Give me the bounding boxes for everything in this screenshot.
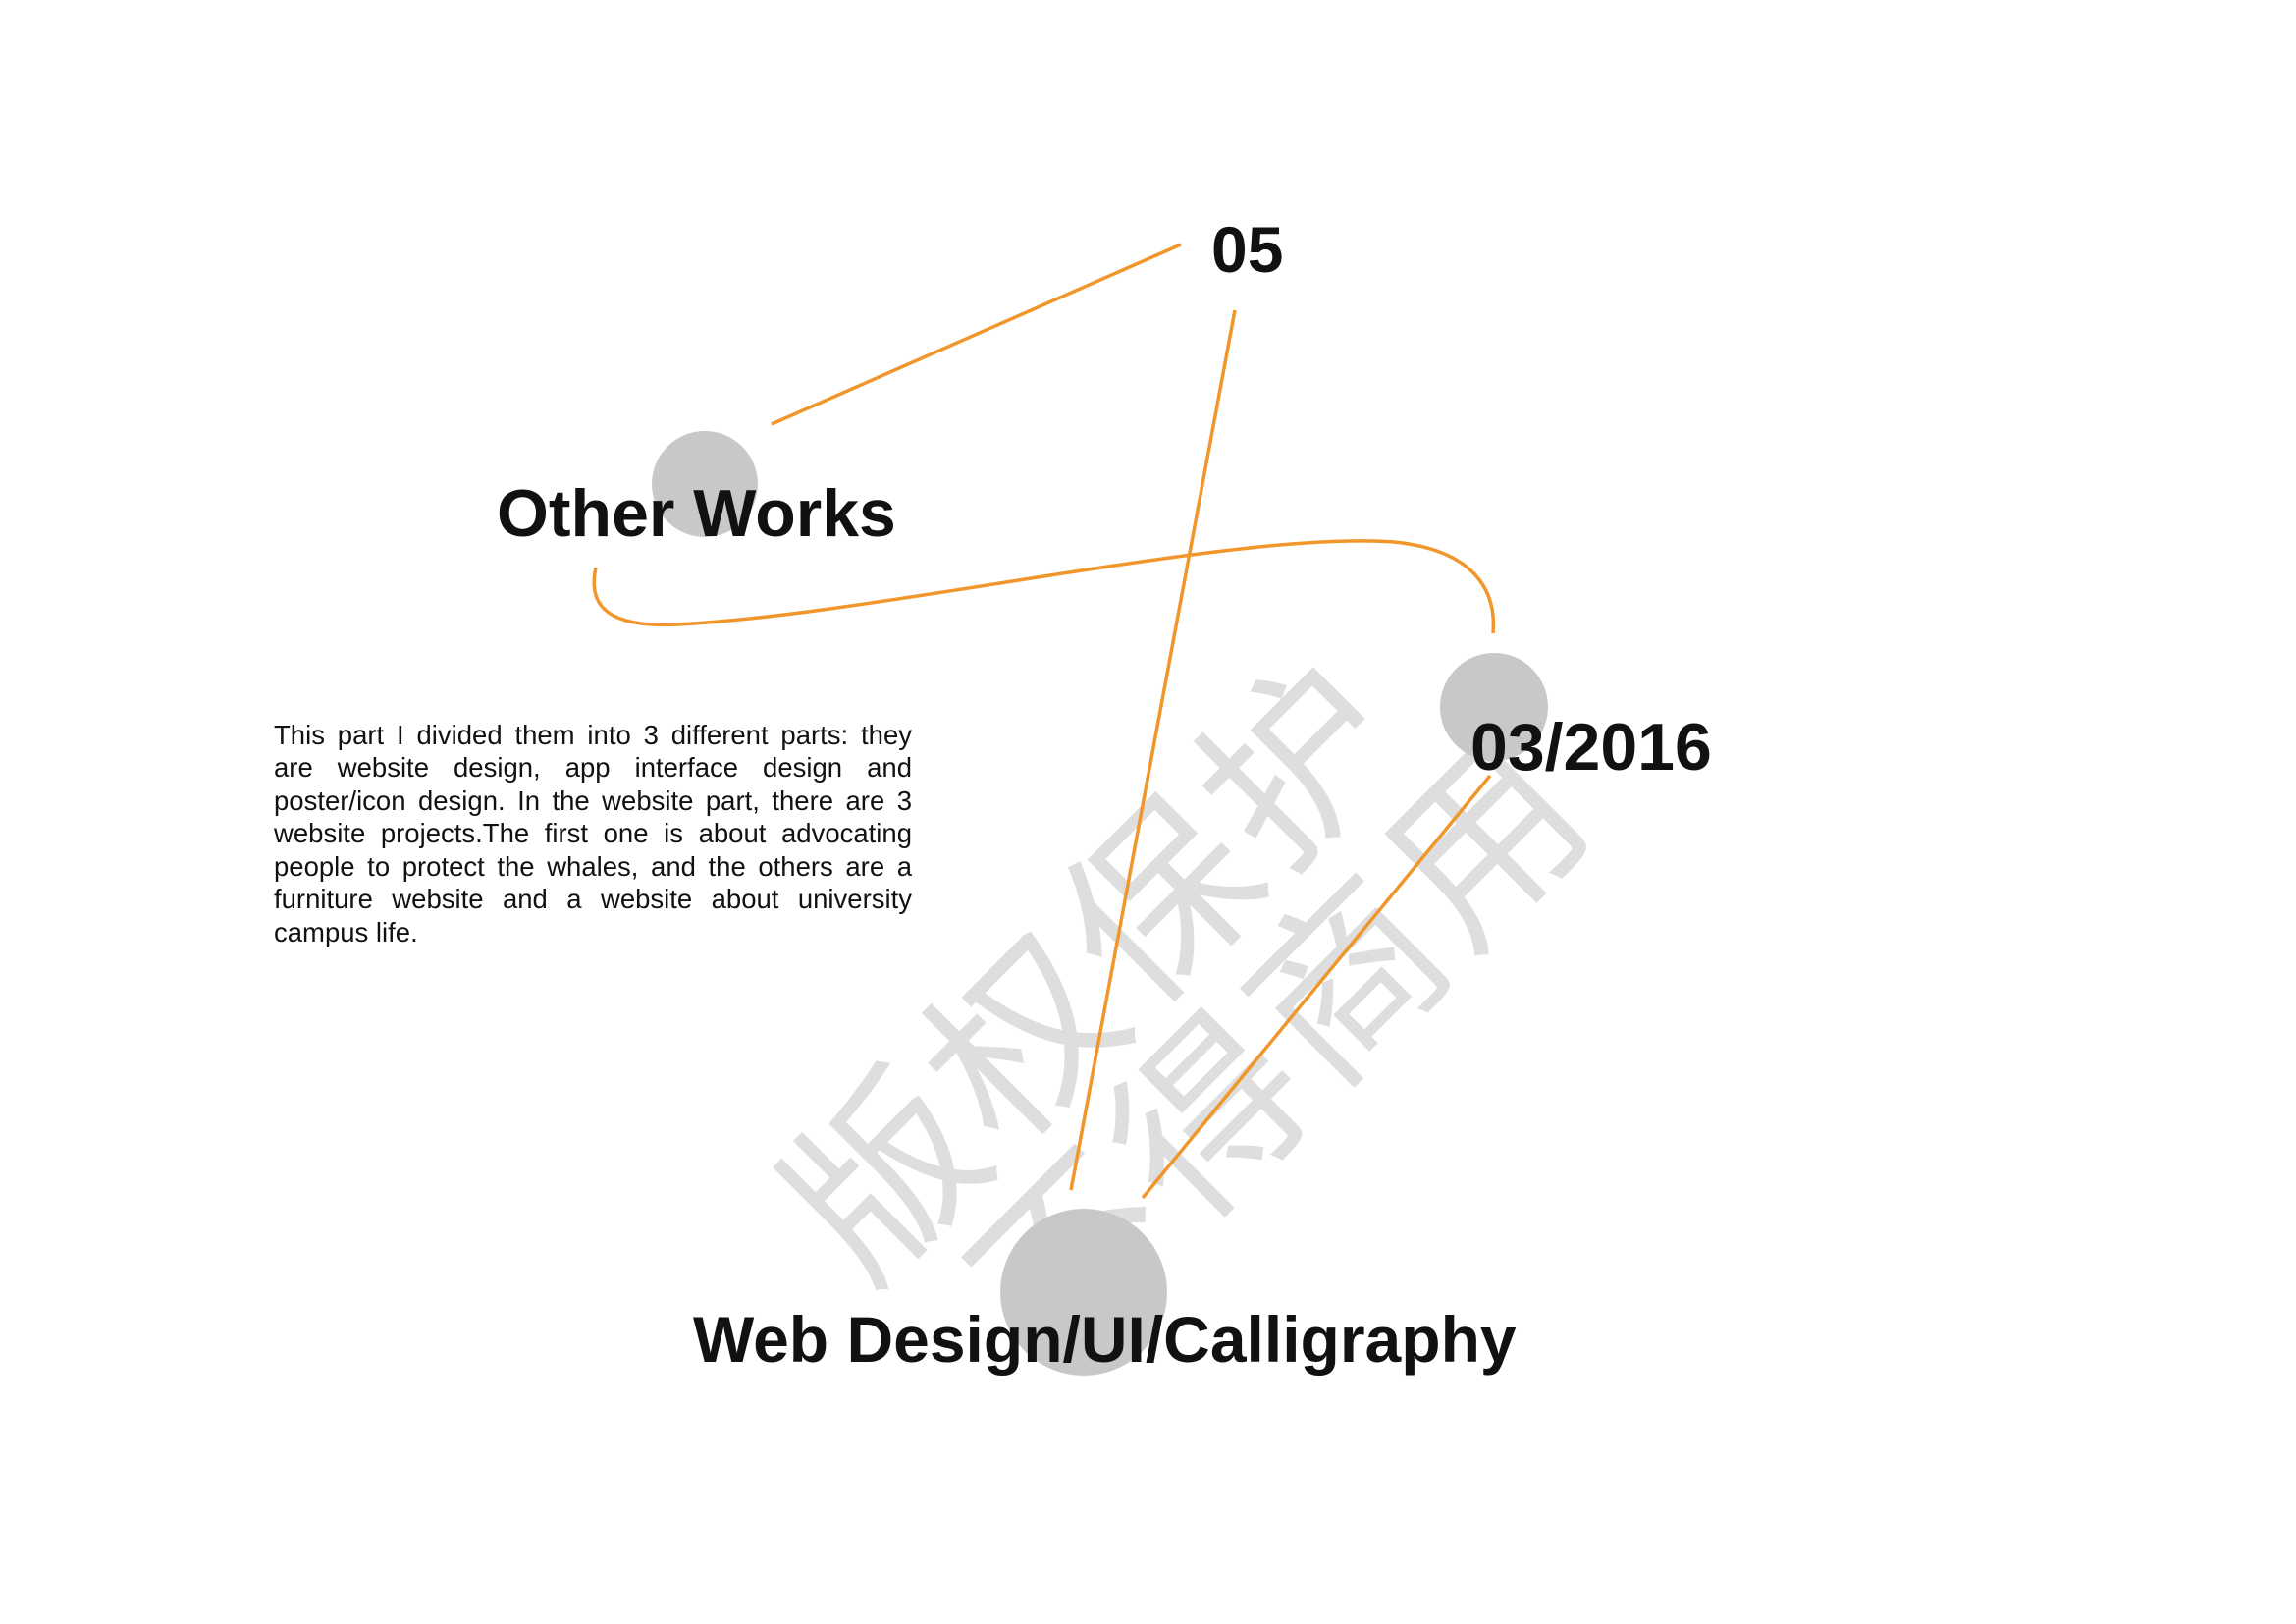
page-title: Other Works: [497, 476, 896, 551]
line-number-to-subtitle: [1069, 309, 1237, 1191]
section-number: 05: [1211, 213, 1284, 286]
page-subtitle: Web Design/UI/Calligraphy: [693, 1303, 1517, 1376]
document-page: 版权保护 不得商用 05 Other Works 03/2016 Web Des…: [0, 0, 2296, 1624]
description-paragraph: This part I divided them into 3 differen…: [274, 719, 912, 947]
date-label: 03/2016: [1470, 710, 1712, 785]
line-date-to-subtitle: [1141, 774, 1492, 1200]
curve-title-to-date: [592, 539, 1496, 634]
line-number-to-title: [771, 243, 1182, 426]
